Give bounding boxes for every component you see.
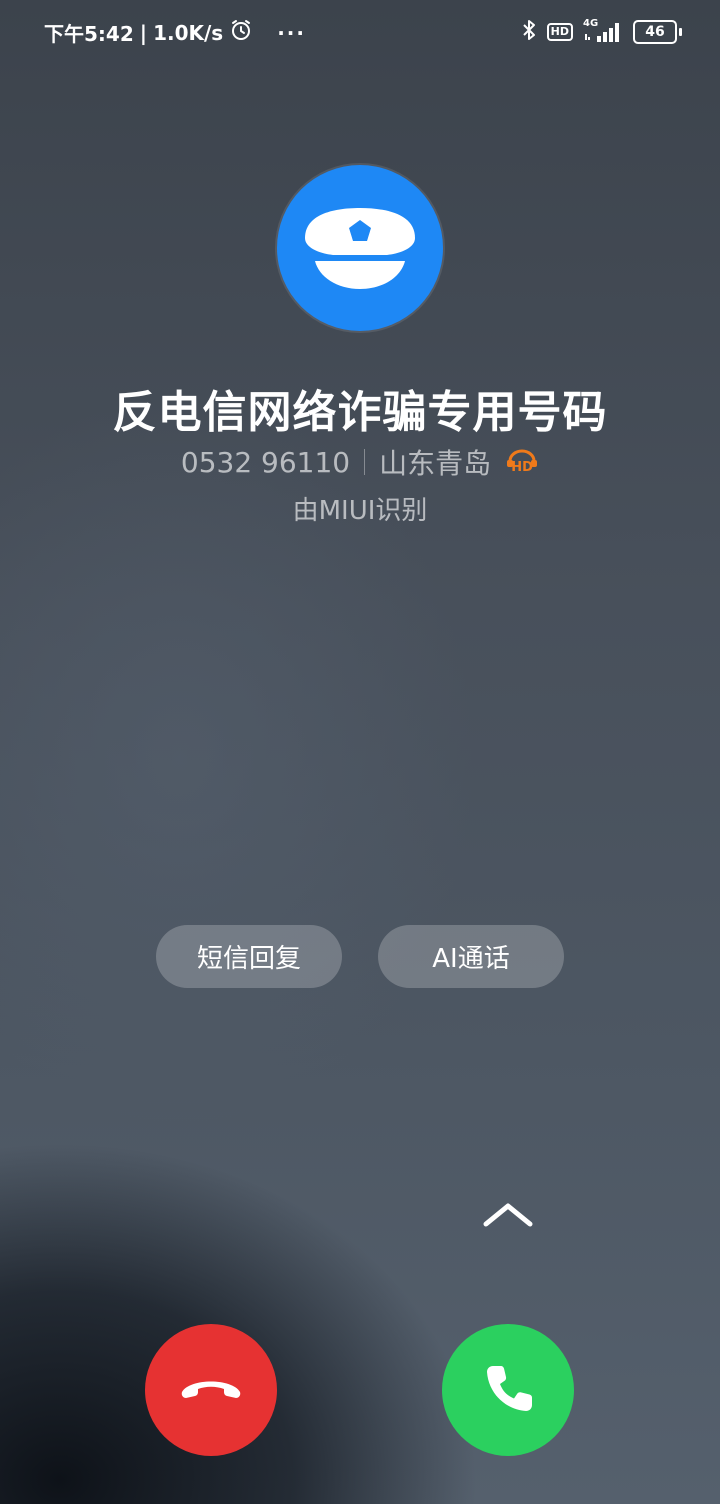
status-separator: |: [139, 20, 148, 45]
battery-icon: 46: [633, 20, 682, 44]
accept-button[interactable]: [442, 1324, 574, 1456]
caller-number: 0532 96110: [180, 445, 351, 479]
status-right: HD 4G 46: [521, 18, 682, 46]
ai-call-button[interactable]: AI通话: [378, 925, 564, 988]
chevron-up-icon: [483, 1203, 533, 1227]
net-speed: 1.0K/s: [153, 20, 224, 45]
caller-number-line: 0532 96110 山东青岛 HD: [0, 442, 720, 482]
battery-level: 46: [645, 24, 665, 40]
ai-call-label: AI通话: [432, 944, 510, 974]
hang-up-icon: [181, 1381, 241, 1398]
status-time: 下午5:42: [44, 22, 134, 46]
phone-icon: [487, 1366, 532, 1411]
caller-location: 山东青岛: [379, 447, 492, 480]
hd-call-label: HD: [511, 460, 533, 475]
hd-voice-icon: HD: [546, 23, 573, 41]
hd-call-icon: HD: [505, 447, 539, 477]
status-left: 下午5:42 | 1.0K/s ···: [44, 18, 306, 47]
caller-avatar: [277, 165, 443, 331]
sms-reply-button[interactable]: 短信回复: [156, 925, 342, 988]
decline-button[interactable]: [145, 1324, 277, 1456]
more-notifications-icon: ···: [277, 20, 306, 45]
signal-icon: 4G: [583, 18, 623, 44]
police-cap-icon: [305, 208, 415, 289]
caller-name: 反电信网络诈骗专用号码: [112, 387, 608, 438]
bluetooth-icon: [521, 18, 537, 46]
number-divider: [364, 449, 366, 475]
status-bar: 下午5:42 | 1.0K/s ··· HD 4G 46: [0, 0, 720, 64]
alarm-icon: [229, 18, 253, 47]
identified-by-label: 由MIUI识别: [292, 496, 428, 526]
sms-reply-label: 短信回复: [196, 944, 301, 974]
